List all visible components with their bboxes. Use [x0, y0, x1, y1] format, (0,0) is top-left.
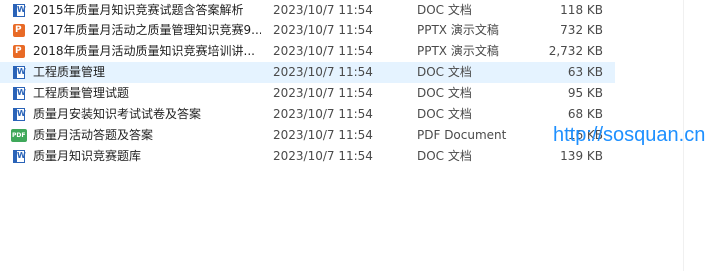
file-date: 2023/10/7 11:54	[273, 149, 373, 163]
word-doc-icon	[13, 87, 26, 100]
file-date: 2023/10/7 11:54	[273, 23, 373, 37]
file-type: DOC 文档	[417, 3, 472, 17]
file-date: 2023/10/7 11:54	[273, 107, 373, 121]
file-name: 2017年质量月活动之质量管理知识竞赛9...	[33, 23, 261, 37]
file-name: 工程质量管理	[33, 65, 106, 79]
file-date: 2023/10/7 11:54	[273, 44, 373, 58]
file-type: DOC 文档	[417, 149, 472, 163]
word-doc-icon	[13, 4, 26, 17]
file-name: 2018年质量月活动质量知识竞赛培训讲...	[33, 44, 255, 58]
file-row[interactable]: 2018年质量月活动质量知识竞赛培训讲... 2023/10/7 11:54 P…	[0, 41, 615, 62]
file-name: 质量月活动答题及答案	[33, 128, 154, 142]
file-date: 2023/10/7 11:54	[273, 65, 373, 79]
file-name: 质量月知识竞赛题库	[33, 149, 142, 163]
file-type: DOC 文档	[417, 65, 472, 79]
file-row[interactable]: 工程质量管理试题 2023/10/7 11:54 DOC 文档 95 KB	[0, 83, 615, 104]
word-doc-icon	[13, 150, 26, 163]
file-size: 95 KB	[567, 86, 603, 100]
powerpoint-icon	[13, 24, 25, 37]
file-size: 68 KB	[567, 107, 603, 121]
powerpoint-icon	[13, 45, 25, 58]
file-name: 2015年质量月知识竞赛试题含答案解析	[33, 3, 244, 17]
file-size: 63 KB	[567, 65, 603, 79]
file-size: 118 KB	[560, 3, 603, 17]
file-name: 质量月安装知识考试试卷及答案	[33, 107, 202, 121]
file-row[interactable]: 质量月活动答题及答案 2023/10/7 11:54 PDF Document …	[0, 125, 615, 146]
pdf-icon	[11, 129, 27, 142]
file-row-hovered[interactable]: 工程质量管理 2023/10/7 11:54 DOC 文档 63 KB	[0, 62, 615, 83]
file-type: PPTX 演示文稿	[417, 23, 499, 37]
file-size: 139 KB	[560, 149, 603, 163]
file-size: 732 KB	[560, 23, 603, 37]
file-list: 2015年质量月知识竞赛试题含答案解析 2023/10/7 11:54 DOC …	[0, 0, 615, 167]
word-doc-icon	[13, 108, 26, 121]
file-size: 2,732 KB	[548, 44, 603, 58]
file-date: 2023/10/7 11:54	[273, 3, 373, 17]
word-doc-icon	[13, 66, 26, 79]
file-type: DOC 文档	[417, 107, 472, 121]
file-name: 工程质量管理试题	[33, 86, 130, 100]
file-date: 2023/10/7 11:54	[273, 128, 373, 142]
file-type: PPTX 演示文稿	[417, 44, 499, 58]
file-row[interactable]: 2017年质量月活动之质量管理知识竞赛9... 2023/10/7 11:54 …	[0, 20, 615, 41]
file-row[interactable]: 质量月知识竞赛题库 2023/10/7 11:54 DOC 文档 139 KB	[0, 146, 615, 167]
file-type: PDF Document	[417, 128, 507, 142]
file-row[interactable]: 质量月安装知识考试试卷及答案 2023/10/7 11:54 DOC 文档 68…	[0, 104, 615, 125]
watermark-text: http://sosquan.cn	[553, 124, 706, 146]
file-row[interactable]: 2015年质量月知识竞赛试题含答案解析 2023/10/7 11:54 DOC …	[0, 0, 615, 20]
file-date: 2023/10/7 11:54	[273, 86, 373, 100]
file-type: DOC 文档	[417, 86, 472, 100]
